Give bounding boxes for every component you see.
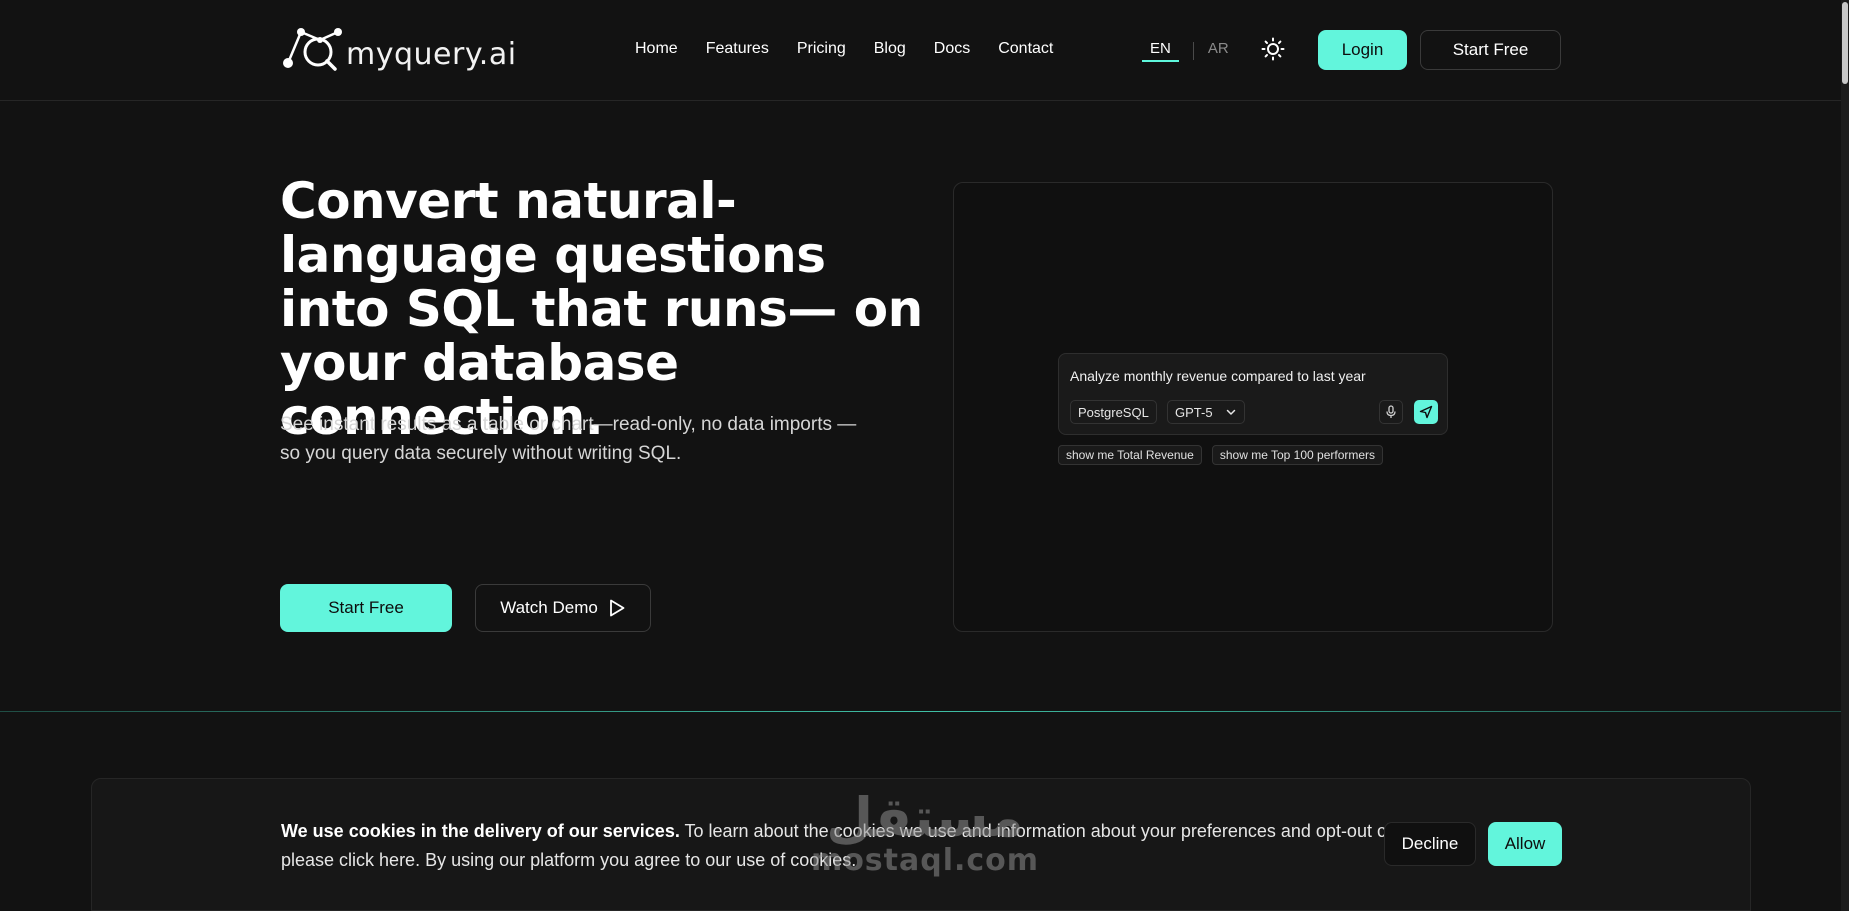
play-icon (609, 599, 625, 617)
microphone-button[interactable] (1379, 400, 1403, 424)
microphone-icon (1386, 405, 1396, 418)
model-label: GPT-5 (1175, 404, 1213, 420)
send-icon (1419, 405, 1433, 419)
header-start-free-button[interactable]: Start Free (1420, 30, 1561, 70)
query-text[interactable]: Analyze monthly revenue compared to last… (1070, 368, 1366, 384)
nav-pricing[interactable]: Pricing (797, 40, 846, 58)
chevron-down-icon (1226, 409, 1236, 415)
hero-title: Convert natural-language questions into … (280, 172, 923, 446)
hero-subtitle: See instant results as a table or chart—… (280, 414, 857, 464)
cookie-message: We use cookies in the delivery of our se… (281, 817, 1471, 875)
site-header: myquery.ai Home Features Pricing Blog Do… (0, 0, 1849, 101)
lang-en[interactable]: EN (1142, 40, 1179, 62)
suggestion-top-performers[interactable]: show me Top 100 performers (1211, 445, 1384, 465)
decline-button[interactable]: Decline (1384, 822, 1476, 866)
nav-docs[interactable]: Docs (934, 40, 970, 58)
logo-text: myquery.ai (346, 36, 517, 72)
lang-divider (1192, 42, 1194, 60)
watch-demo-label: Watch Demo (500, 598, 598, 617)
logo[interactable]: myquery.ai (280, 25, 517, 75)
sun-icon[interactable] (1261, 37, 1285, 61)
lang-ar[interactable]: AR (1208, 40, 1229, 62)
logo-icon (283, 28, 342, 71)
database-selector[interactable]: PostgreSQL (1070, 400, 1157, 424)
nav-contact[interactable]: Contact (998, 40, 1053, 58)
suggestion-list: show me Total Revenue show me Top 100 pe… (1058, 445, 1384, 465)
language-switcher: EN AR (1142, 40, 1229, 62)
cookie-message-bold: We use cookies in the delivery of our se… (281, 821, 680, 841)
nav-features[interactable]: Features (706, 40, 769, 58)
send-button[interactable] (1414, 400, 1438, 424)
nav-home[interactable]: Home (635, 40, 678, 58)
cookie-banner: We use cookies in the delivery of our se… (91, 778, 1751, 911)
suggestion-total-revenue[interactable]: show me Total Revenue (1058, 445, 1202, 465)
nav-blog[interactable]: Blog (874, 40, 906, 58)
allow-button[interactable]: Allow (1488, 822, 1562, 866)
query-input-box[interactable]: Analyze monthly revenue compared to last… (1058, 353, 1448, 435)
section-divider (0, 711, 1849, 712)
main-nav: Home Features Pricing Blog Docs Contact (635, 40, 1081, 58)
scrollbar-thumb[interactable] (1842, 2, 1848, 84)
scrollbar[interactable] (1841, 0, 1849, 911)
demo-panel: Analyze monthly revenue compared to last… (953, 182, 1553, 632)
model-selector[interactable]: GPT-5 (1167, 400, 1245, 424)
watch-demo-button[interactable]: Watch Demo (475, 584, 651, 632)
login-button[interactable]: Login (1318, 30, 1407, 70)
hero-start-free-button[interactable]: Start Free (280, 584, 452, 632)
